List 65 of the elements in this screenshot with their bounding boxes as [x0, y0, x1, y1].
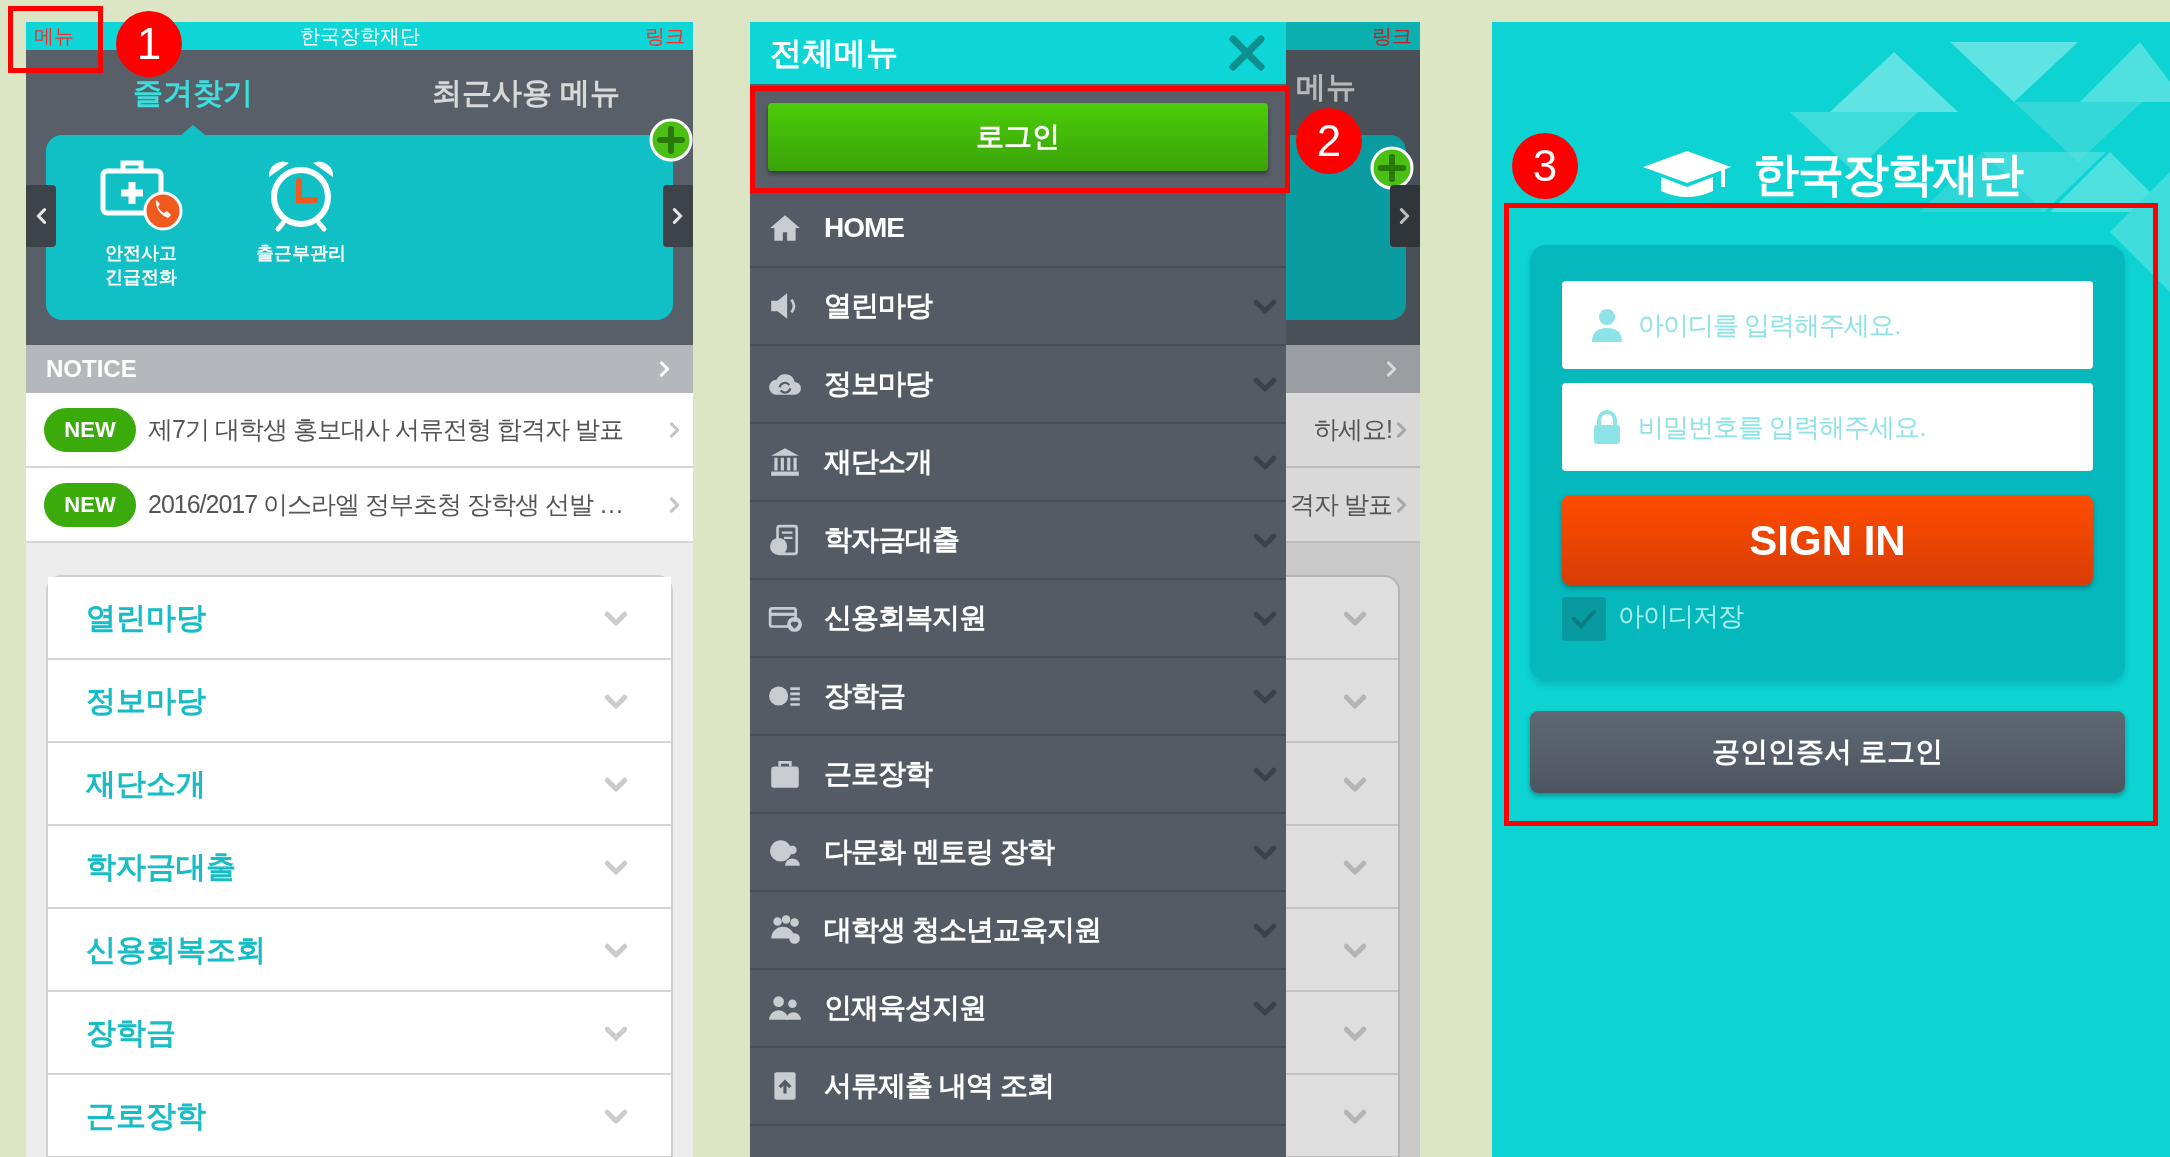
notice-heading: NOTICE — [46, 354, 137, 384]
tab[interactable]: 메뉴 — [1296, 72, 1356, 102]
notice-row[interactable]: NEW 2016/2017 이스라엘 정부초청 장학생 선발 … — [26, 468, 693, 543]
person-icon — [1590, 307, 1624, 343]
menu-item[interactable]: 인재육성지원 — [750, 970, 1286, 1048]
menu-label: 인재육성지원 — [824, 991, 987, 1025]
menu-label: 장학금 — [86, 1015, 176, 1051]
menu-label: 신용회복조회 — [86, 932, 266, 968]
menu-label: 근로장학 — [86, 1098, 206, 1134]
notice-row[interactable]: 하세요! — [1286, 393, 1420, 468]
bank-icon — [768, 445, 802, 479]
menu-item[interactable]: 정보마당 — [750, 346, 1286, 424]
remember-checkbox[interactable] — [1562, 597, 1606, 641]
check-icon — [1571, 609, 1597, 629]
new-badge: NEW — [44, 482, 136, 527]
close-icon — [1228, 34, 1266, 72]
menu-item[interactable]: 열린마당 — [750, 268, 1286, 346]
menu-label: 정보마당 — [86, 683, 206, 719]
tab[interactable]: 최근사용 메뉴 — [359, 50, 693, 135]
next-button[interactable] — [1390, 185, 1420, 247]
menu-label: 열린마당 — [824, 289, 934, 323]
menu-label: 근로장학 — [824, 757, 934, 791]
notice-row[interactable]: NEW 제7기 대학생 홍보대사 서류전형 합격자 발표 — [26, 393, 693, 468]
menu-label: HOME — [824, 211, 905, 245]
menu-label: 서류제출 내역 조회 — [824, 1069, 1055, 1103]
menu-item[interactable]: 서류제출 내역 조회 — [750, 1048, 1286, 1126]
menu-label: 다문화 멘토링 장학 — [824, 835, 1056, 869]
sign-in-button[interactable]: SIGN IN — [1562, 495, 2093, 585]
menu-label: 재단소개 — [86, 766, 206, 802]
app-title: 한국장학재단 — [299, 26, 420, 46]
previous-button[interactable] — [26, 185, 56, 247]
menu-label: 학자금대출 — [86, 849, 236, 885]
group-icon — [768, 913, 802, 947]
add-button[interactable] — [649, 118, 693, 162]
menu-item[interactable]: 재단소개 — [750, 424, 1286, 502]
menu-item[interactable]: HOME — [750, 190, 1286, 268]
username-field[interactable]: 아이디를 입력해주세요. — [1562, 281, 2093, 369]
menu-item[interactable]: 근로장학 — [750, 736, 1286, 814]
logo-text: 한국장학재단 — [1753, 147, 2023, 202]
menu-label: 신용회복지원 — [824, 601, 987, 635]
plus-icon — [649, 118, 693, 162]
menu-label: 학자금대출 — [824, 523, 960, 557]
menu-item[interactable]: 장학금 — [750, 658, 1286, 736]
menu-label: 재단소개 — [824, 445, 933, 479]
menu-label: 열린마당 — [86, 600, 206, 636]
new-badge: NEW — [44, 407, 136, 452]
menu-label: 대학생 청소년교육지원 — [824, 913, 1102, 947]
drawer-title: 전체메뉴 — [770, 34, 898, 73]
plus-icon — [1370, 146, 1414, 190]
menu-item[interactable]: 다문화 멘토링 장학 — [750, 814, 1286, 892]
checkbox-label: 아이디저장 — [1618, 600, 1743, 633]
notice-title: 2016/2017 이스라엘 정부초청 장학생 선발 … — [148, 488, 624, 520]
notice-title: 제7기 대학생 홍보대사 서류전형 합격자 발표 — [148, 413, 624, 445]
next-button[interactable] — [663, 185, 693, 247]
add-button[interactable] — [1370, 146, 1414, 190]
password-field[interactable]: 비밀번호를 입력해주세요. — [1562, 383, 2093, 471]
notice-title: 격자 발표 — [1290, 488, 1392, 520]
menu-item[interactable]: 학자금대출 — [750, 502, 1286, 580]
menu-label: 정보마당 — [824, 367, 934, 401]
menu-item[interactable]: 신용회복지원 — [750, 580, 1286, 658]
menu-label: 장학금 — [824, 679, 906, 713]
notice-title: 하세요! — [1314, 413, 1392, 445]
menu-item[interactable]: 대학생 청소년교육지원 — [750, 892, 1286, 970]
certificate-login-button[interactable]: 공인인증서 로그인 — [1530, 711, 2125, 793]
notice-row[interactable]: 격자 발표 — [1286, 468, 1420, 543]
